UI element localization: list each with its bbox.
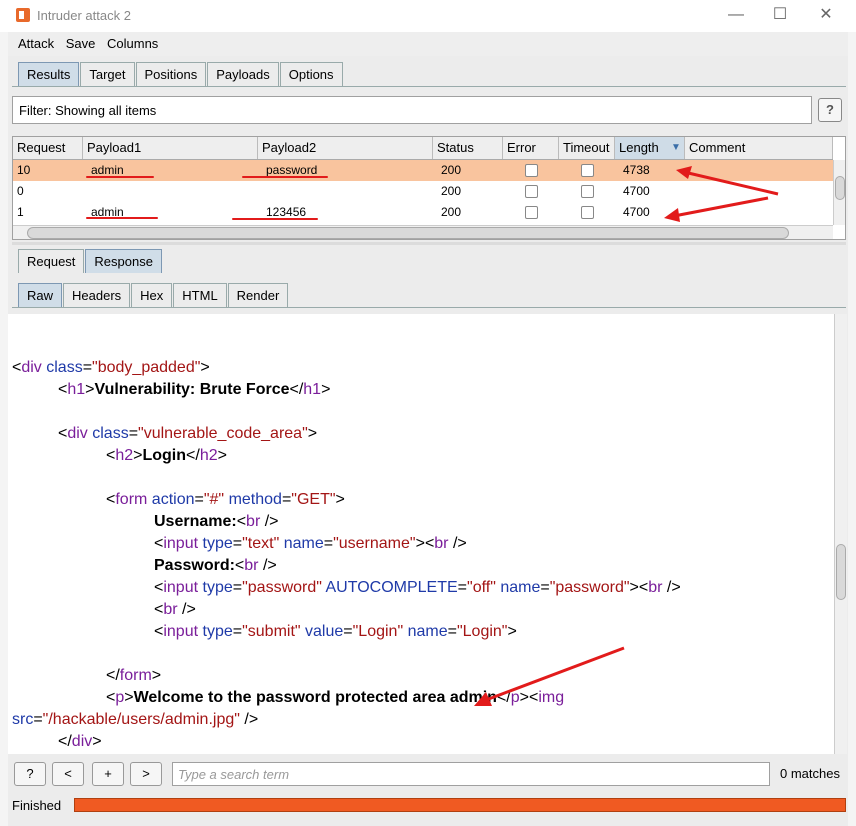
background-window-edge-right <box>848 32 856 826</box>
cell-request: 0 <box>17 184 24 198</box>
code-line: src="/hackable/users/admin.jpg" /> <box>12 711 259 728</box>
annotation-underline <box>86 217 158 219</box>
tab-response[interactable]: Response <box>85 249 162 273</box>
code-line: Password:<br /> <box>154 557 277 574</box>
cell-length: 4700 <box>623 184 650 198</box>
table-vertical-scrollbar[interactable] <box>833 160 845 225</box>
status-text: Finished <box>12 798 62 813</box>
response-body[interactable]: <div class="body_padded"> <h1>Vulnerabil… <box>8 314 834 754</box>
col-timeout[interactable]: Timeout <box>559 137 615 159</box>
tab-raw[interactable]: Raw <box>18 283 63 307</box>
table-hscroll-thumb[interactable] <box>27 227 789 239</box>
code-line: <input type="password" AUTOCOMPLETE="off… <box>154 579 681 596</box>
menu-save[interactable]: Save <box>66 36 96 51</box>
tab-divider <box>12 307 846 308</box>
tab-divider <box>12 86 846 87</box>
tab-render[interactable]: Render <box>227 283 289 307</box>
tab-request[interactable]: Request <box>18 249 85 273</box>
timeout-checkbox <box>581 164 594 177</box>
cell-payload1 <box>87 181 91 202</box>
sort-desc-icon: ▼ <box>671 142 681 153</box>
annotation-underline <box>242 176 328 178</box>
code-line: <br /> <box>154 601 196 618</box>
annotation-underline <box>86 176 154 178</box>
col-request[interactable]: Request <box>13 137 83 159</box>
filter-help-button[interactable]: ? <box>818 98 842 122</box>
error-checkbox <box>525 185 538 198</box>
annotation-arrow <box>474 646 625 706</box>
code-line: </div> <box>58 733 102 750</box>
timeout-checkbox <box>581 206 594 219</box>
tab-hex[interactable]: Hex <box>131 283 173 307</box>
search-placeholder: Type a search term <box>178 767 290 782</box>
annotation-underline <box>232 218 318 220</box>
table-horizontal-scrollbar[interactable] <box>13 225 833 239</box>
cell-payload2 <box>262 181 266 202</box>
cell-length: 4700 <box>623 205 650 219</box>
filter-bar[interactable]: Filter: Showing all items <box>12 96 812 124</box>
col-length[interactable]: Length ▼ <box>615 137 685 159</box>
attack-progress-bar <box>74 798 846 812</box>
error-checkbox <box>525 164 538 177</box>
view-tabs: Raw Headers Hex HTML Render <box>18 283 289 307</box>
table-scroll-thumb[interactable] <box>835 176 845 200</box>
code-line: <input type="submit" value="Login" name=… <box>154 623 517 640</box>
menu-attack[interactable]: Attack <box>18 36 54 51</box>
search-input[interactable]: Type a search term <box>172 762 770 786</box>
cell-length: 4738 <box>623 163 650 177</box>
code-line: <form action="#" method="GET"> <box>106 491 345 508</box>
cell-status: 200 <box>441 205 462 219</box>
col-payload2[interactable]: Payload2 <box>258 137 433 159</box>
tab-options[interactable]: Options <box>279 62 343 86</box>
close-button[interactable]: ✕ <box>806 4 846 26</box>
response-vertical-scrollbar[interactable] <box>834 314 847 754</box>
code-line: Username:<br /> <box>154 513 279 530</box>
annotation-arrows <box>664 166 779 222</box>
table-header: Request Payload1 Payload2 Status Error T… <box>13 137 833 160</box>
burp-app-icon <box>16 8 30 22</box>
filter-text: Filter: Showing all items <box>19 103 157 118</box>
main-tabs: Results Target Positions Payloads Option… <box>18 62 344 86</box>
col-status[interactable]: Status <box>433 137 503 159</box>
col-payload1[interactable]: Payload1 <box>83 137 258 159</box>
error-checkbox <box>525 206 538 219</box>
code-line: <input type="text" name="username"><br /… <box>154 535 467 552</box>
match-count: 0 matches <box>780 766 840 781</box>
code-line: <div class="vulnerable_code_area"> <box>58 425 318 442</box>
menu-bar: Attack Save Columns <box>8 32 848 56</box>
code-line: </form> <box>106 667 162 684</box>
cell-request: 1 <box>17 205 24 219</box>
cell-status: 200 <box>441 184 462 198</box>
tab-html[interactable]: HTML <box>173 283 227 307</box>
tab-headers[interactable]: Headers <box>63 283 131 307</box>
col-error[interactable]: Error <box>503 137 559 159</box>
detail-tabs: Request Response <box>18 249 163 273</box>
next-match-button[interactable]: > <box>130 762 162 786</box>
col-length-label: Length <box>619 140 659 155</box>
window-title: Intruder attack 2 <box>37 8 131 23</box>
split-divider[interactable] <box>12 242 846 245</box>
tab-positions[interactable]: Positions <box>135 62 207 86</box>
code-line: <h1>Vulnerability: Brute Force</h1> <box>58 381 331 398</box>
minimize-button[interactable]: — <box>716 4 756 26</box>
cell-payload1: admin <box>91 205 124 219</box>
previous-match-button[interactable]: < <box>52 762 84 786</box>
intruder-main-panel: Results Target Positions Payloads Option… <box>8 56 848 826</box>
col-comment[interactable]: Comment <box>685 137 833 159</box>
timeout-checkbox <box>581 185 594 198</box>
response-scroll-thumb[interactable] <box>836 544 846 600</box>
tab-target[interactable]: Target <box>80 62 135 86</box>
code-line: <div class="body_padded"> <box>12 359 210 376</box>
tab-payloads[interactable]: Payloads <box>207 62 279 86</box>
cell-status: 200 <box>441 163 462 177</box>
title-bar: Intruder attack 2 — ☐ ✕ <box>0 0 856 32</box>
search-help-button[interactable]: ? <box>14 762 46 786</box>
cell-request: 10 <box>17 163 31 177</box>
menu-columns[interactable]: Columns <box>107 36 158 51</box>
maximize-button[interactable]: ☐ <box>760 4 800 26</box>
add-button[interactable]: + <box>92 762 124 786</box>
tab-results[interactable]: Results <box>18 62 80 86</box>
code-line: <h2>Login</h2> <box>106 447 227 464</box>
